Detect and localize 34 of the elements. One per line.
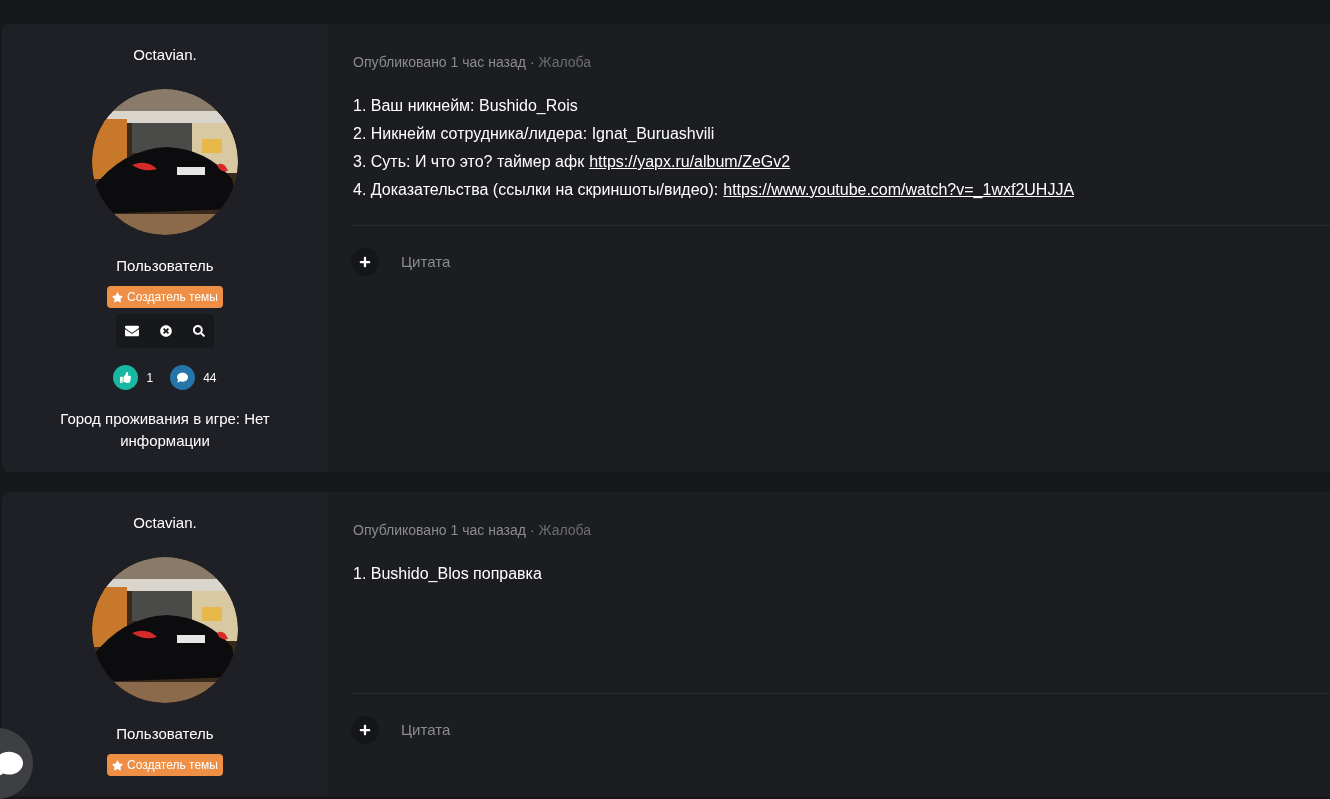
ignore-button[interactable] <box>160 325 172 337</box>
post-text: 2. Никнейм сотрудника/лидера: Ignat_Buruashvili <box>353 124 715 144</box>
author-name[interactable]: Octavian. <box>133 512 197 535</box>
post-date[interactable]: Опубликовано 1 час назад <box>353 52 526 73</box>
like-icon <box>113 365 139 390</box>
quote-button[interactable]: Цитата <box>351 248 451 276</box>
author-badge: Создатель темы <box>107 754 223 776</box>
profile-field: Город проживания в игре: Нет информации <box>30 408 300 452</box>
message-icon <box>170 365 196 390</box>
message-button[interactable] <box>125 324 139 338</box>
star-icon <box>112 291 123 303</box>
post-tag[interactable]: Жалоба <box>538 520 592 541</box>
reaction-count: 1 <box>146 369 154 387</box>
quote-button[interactable]: Цитата <box>351 716 451 744</box>
user-role: Пользователь <box>116 255 214 276</box>
chat-icon <box>0 749 23 778</box>
separator-dot: · <box>529 521 535 540</box>
search-button[interactable] <box>193 325 205 337</box>
post-text: 3. Суть: И что это? таймер афк <box>353 152 585 172</box>
post-date[interactable]: Опубликовано 1 час назад <box>353 520 526 541</box>
star-icon <box>112 759 123 771</box>
author-name[interactable]: Octavian. <box>133 44 197 67</box>
separator-dot: · <box>529 53 535 72</box>
post-text: 4. Доказательства (ссылки на скриншоты/видео): <box>353 180 719 200</box>
post-tag[interactable]: Жалоба <box>538 52 592 73</box>
author-badge: Создатель темы <box>107 286 223 308</box>
plus-icon <box>351 716 379 744</box>
plus-icon <box>351 248 379 276</box>
user-role: Пользователь <box>116 723 214 744</box>
post-text: 1. Ваш никнейм: Bushido_Rois <box>353 96 578 116</box>
post-text: 1. Bushido_Blos поправка <box>353 564 542 584</box>
post-link[interactable]: https://www.youtube.com/watch?v=_1wxf2UHJJA <box>723 179 1075 200</box>
message-count: 44 <box>203 369 217 387</box>
post-link[interactable]: https://yapx.ru/album/ZeGv2 <box>589 151 791 172</box>
